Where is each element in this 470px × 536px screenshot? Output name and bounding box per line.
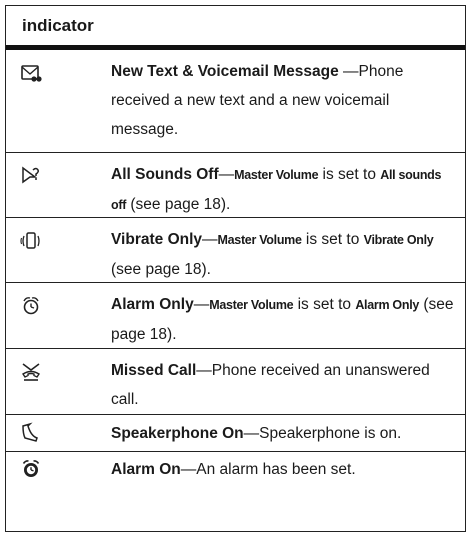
header-label: indicator — [22, 15, 94, 35]
indicator-table: indicator New Text & Voicemail Message —… — [5, 5, 466, 532]
menu-term: Alarm Only — [355, 298, 420, 312]
row-title: Alarm Only — [111, 296, 194, 313]
table-row: Missed Call—Phone received an unanswered… — [6, 349, 465, 415]
alarm-on-icon — [22, 460, 40, 477]
table-row: Alarm On—An alarm has been set. — [6, 452, 465, 488]
table-row: Alarm Only—Master Volume is set to Alarm… — [6, 283, 465, 349]
table-row: New Text & Voicemail Message —Phone rece… — [6, 50, 465, 153]
row-title: Speakerphone On — [111, 425, 244, 442]
all-sounds-off-icon — [22, 166, 39, 184]
menu-term: Vibrate Only — [363, 233, 434, 247]
row-description: —Speakerphone is on. — [243, 425, 402, 442]
menu-term: Master Volume — [217, 233, 302, 247]
row-title: Alarm On — [111, 461, 181, 478]
vibrate-only-icon — [20, 232, 40, 249]
menu-term: Master Volume — [209, 298, 294, 312]
table-row: Vibrate Only—Master Volume is set to Vib… — [6, 218, 465, 283]
speakerphone-on-icon — [22, 422, 38, 442]
menu-term: Master Volume — [234, 168, 319, 182]
row-title: Vibrate Only — [111, 231, 203, 248]
row-description: —An alarm has been set. — [180, 461, 356, 478]
table-row: Speakerphone On—Speakerphone is on. — [6, 415, 465, 452]
table-header: indicator — [6, 5, 465, 50]
row-title: New Text & Voicemail Message — [111, 63, 339, 80]
new-text-voicemail-icon — [21, 65, 42, 82]
table-row: All Sounds Off—Master Volume is set to A… — [6, 153, 465, 218]
row-title: Missed Call — [111, 362, 197, 379]
alarm-only-icon — [23, 297, 39, 315]
row-title: All Sounds Off — [111, 166, 219, 183]
missed-call-icon — [22, 363, 40, 381]
